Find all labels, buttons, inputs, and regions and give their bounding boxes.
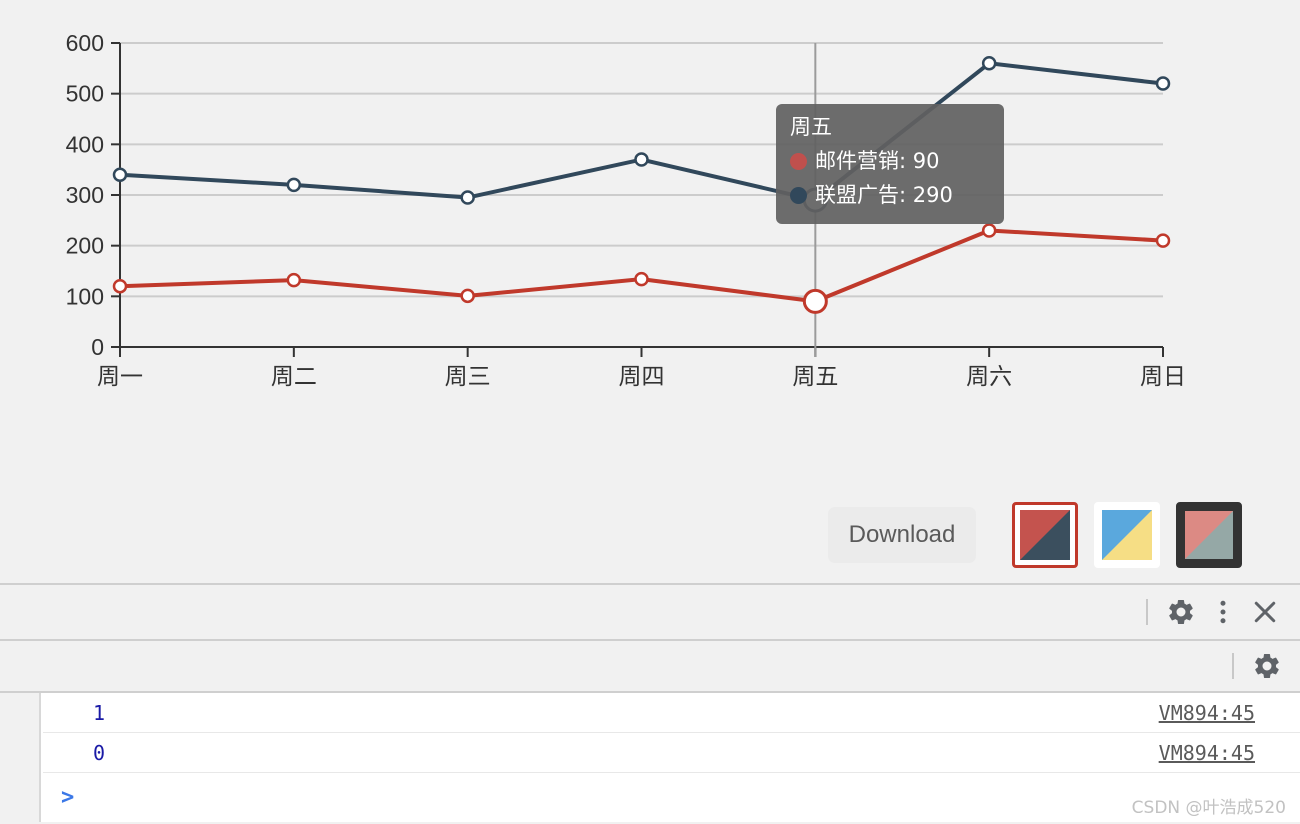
theme-swatch-preview [1102, 510, 1152, 560]
theme-swatch-blue-yellow[interactable] [1094, 502, 1160, 568]
chart-canvas[interactable]: 0 100 200 300 400 500 600 周一 周二 周三 周四 周五 周六 周日 [0, 0, 1300, 400]
theme-swatch-salmon-gray[interactable] [1176, 502, 1242, 568]
svg-text:周一: 周一 [97, 364, 143, 390]
svg-text:200: 200 [66, 233, 104, 259]
svg-text:0: 0 [91, 334, 104, 360]
console-filter-toolbar [0, 641, 1300, 693]
close-icon[interactable] [1244, 591, 1286, 633]
chart-background [0, 0, 1300, 400]
line-chart[interactable]: 0 100 200 300 400 500 600 周一 周二 周三 周四 周五 周六 周日 周五 邮件… [0, 0, 1300, 400]
console-message-value: 1 [93, 700, 106, 725]
console-prompt-row[interactable]: > [43, 773, 1300, 821]
console-gutter [0, 693, 41, 822]
page-content-area: 0 100 200 300 400 500 600 周一 周二 周三 周四 周五 周六 周日 周五 邮件… [0, 0, 1300, 583]
svg-text:周五: 周五 [792, 364, 838, 390]
console-message-source-link[interactable]: VM894:45 [1159, 741, 1255, 765]
console-message-row[interactable]: 1 VM894:45 [43, 693, 1300, 733]
download-button[interactable]: Download [828, 507, 976, 563]
devtools-panel: 1 VM894:45 0 VM894:45 > [0, 583, 1300, 824]
svg-text:600: 600 [66, 30, 104, 56]
console-message-list[interactable]: 1 VM894:45 0 VM894:45 > [0, 693, 1300, 822]
console-message-value: 0 [93, 740, 106, 765]
devtools-top-toolbar [0, 585, 1300, 641]
svg-text:500: 500 [66, 81, 104, 107]
svg-text:400: 400 [66, 131, 104, 157]
chart-toolbar: Download [0, 495, 1300, 575]
svg-text:周日: 周日 [1140, 364, 1186, 390]
console-prompt-chevron-icon: > [61, 784, 75, 810]
svg-text:周二: 周二 [271, 364, 317, 390]
console-message-row[interactable]: 0 VM894:45 [43, 733, 1300, 773]
console-input[interactable] [82, 784, 1300, 810]
theme-swatch-preview [1185, 511, 1233, 559]
svg-text:300: 300 [66, 182, 104, 208]
gear-icon[interactable] [1246, 645, 1288, 687]
svg-text:周四: 周四 [619, 364, 665, 390]
svg-text:周三: 周三 [445, 364, 491, 390]
svg-text:周六: 周六 [966, 364, 1012, 390]
toolbar-separator [1232, 653, 1234, 679]
svg-text:100: 100 [66, 283, 104, 309]
toolbar-separator [1146, 599, 1148, 625]
theme-swatch-red-navy[interactable] [1012, 502, 1078, 568]
gear-icon[interactable] [1160, 591, 1202, 633]
console-message-source-link[interactable]: VM894:45 [1159, 701, 1255, 725]
vertical-dots-icon[interactable] [1202, 591, 1244, 633]
theme-swatch-preview [1020, 510, 1070, 560]
